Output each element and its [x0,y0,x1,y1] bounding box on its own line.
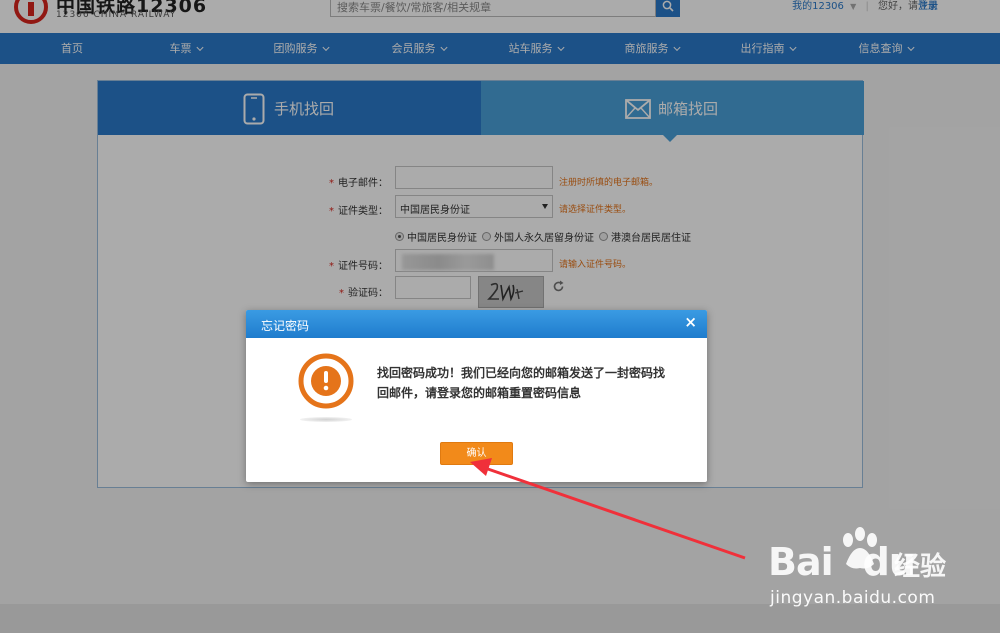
watermark-url: jingyan.baidu.com [770,588,936,608]
watermark-cn: 经验 [894,552,947,582]
baidu-jingyan-watermark: Bai du 经验 jingyan.baidu.com [768,527,968,610]
baidu-paw-icon [843,527,877,569]
brand-part: Bai [768,540,834,584]
